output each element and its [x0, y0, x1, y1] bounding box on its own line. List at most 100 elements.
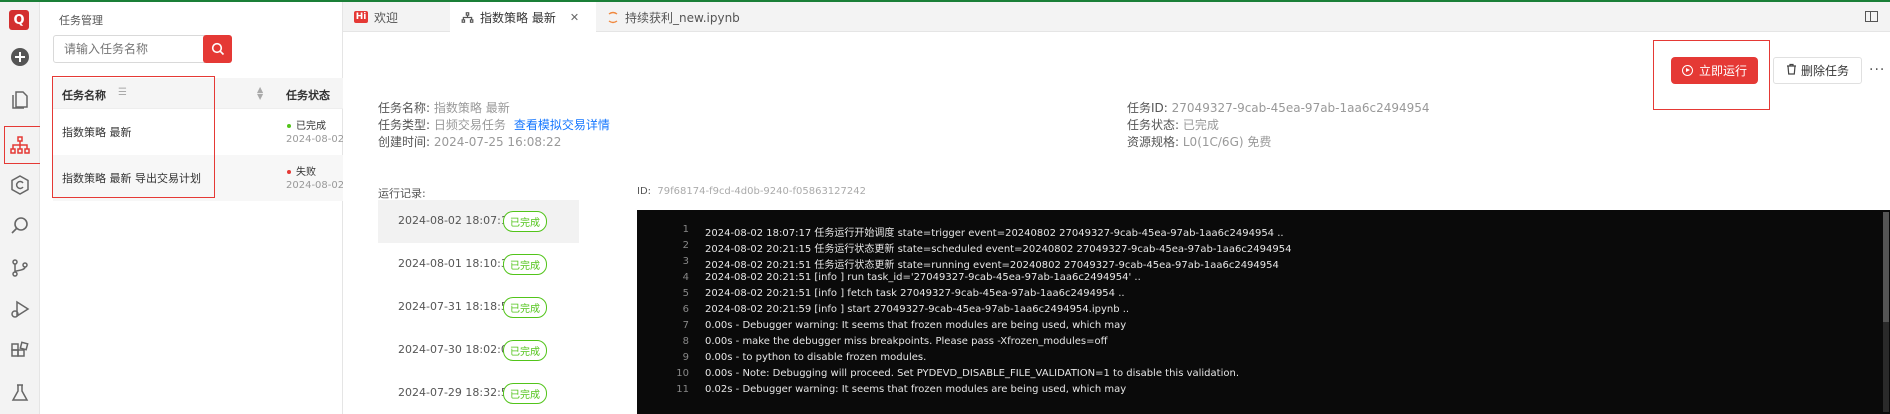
line-text: 2024-08-02 20:21:51 [info ] fetch task 2…	[705, 288, 1125, 299]
view-trade-details-link[interactable]: 查看模拟交易详情	[514, 118, 610, 132]
line-number: 8	[682, 336, 689, 347]
task-date: 2024-08-02 21:	[286, 134, 343, 145]
activity-bar: Q	[0, 2, 42, 414]
delete-task-button[interactable]: 删除任务	[1773, 57, 1862, 84]
column-header-status[interactable]: 任务状态	[286, 87, 330, 103]
task-status-value: 已完成	[1182, 118, 1219, 132]
line-text: 2024-08-02 20:21:15 任务运行状态更新 state=sched…	[705, 244, 1292, 255]
run-records-list: 2024-08-02 18:07:17 已完成 2024-08-01 18:10…	[378, 200, 579, 414]
tab-notebook[interactable]: 持续获利_new.ipynb	[596, 2, 756, 32]
run-record-item[interactable]: 2024-07-29 18:32:55 已完成	[378, 372, 579, 414]
log-line: 8 0.00s - make the debugger miss breakpoi…	[637, 336, 1890, 352]
app-logo: Q	[9, 10, 29, 30]
sort-icon[interactable]: ▲ ▼	[257, 86, 263, 101]
log-id-label: ID:	[637, 186, 652, 197]
log-line: 4 2024-08-02 20:21:51 [info ] run task_id…	[637, 272, 1890, 288]
task-status: 失败	[287, 163, 316, 178]
task-info-right: 任务ID: 27049327-9cab-45ea-97ab-1aa6c24949…	[1127, 100, 1430, 151]
run-now-button[interactable]: 立即运行	[1671, 57, 1758, 84]
task-info-left: 任务名称: 指数策略 最新 任务类型: 日频交易任务 查看模拟交易详情 创建时间:…	[378, 100, 610, 151]
search-icon	[211, 42, 224, 56]
tab-label: 欢迎	[374, 10, 399, 25]
line-text: 2024-08-02 18:07:17 任务运行开始调度 state=trigg…	[705, 228, 1284, 239]
trash-icon	[1786, 63, 1797, 78]
line-number: 9	[682, 352, 689, 363]
more-options-icon[interactable]: ···	[1869, 62, 1885, 78]
search-button[interactable]	[203, 35, 232, 63]
line-number: 3	[682, 256, 689, 267]
task-search-input[interactable]	[53, 35, 205, 63]
task-status-label: 任务状态:	[1127, 118, 1180, 132]
task-type-value: 日频交易任务	[433, 118, 506, 132]
line-text: 0.02s - Debugger warning: It seems that …	[705, 384, 1127, 395]
task-status: 已完成	[287, 117, 326, 132]
created-time-value: 2024-07-25 16:08:22	[433, 135, 562, 149]
run-record-item[interactable]: 2024-07-31 18:18:57 已完成	[378, 286, 579, 329]
run-now-label: 立即运行	[1698, 64, 1747, 78]
active-nav-highlight	[4, 126, 42, 164]
search-icon[interactable]	[0, 207, 40, 245]
task-name-value: 指数策略 最新	[433, 101, 510, 115]
run-record-date: 2024-08-02 18:07:17	[398, 214, 515, 227]
tab-welcome[interactable]: Hi 欢迎	[343, 2, 450, 32]
status-dot	[287, 170, 291, 174]
task-name-label: 任务名称:	[378, 101, 431, 115]
line-number: 2	[682, 240, 689, 251]
log-id: ID: 79f68174-f9cd-4d0b-9240-f05863127242	[637, 186, 866, 197]
status-badge: 已完成	[503, 254, 547, 275]
tab-bar: Hi 欢迎 指数策略 最新 ✕ 持续获利_new.ipynb	[343, 2, 1890, 32]
log-line: 3 2024-08-02 20:21:51 任务运行状态更新 state=runn…	[637, 256, 1890, 272]
run-record-date: 2024-07-30 18:02:09	[398, 343, 515, 356]
extensions-icon[interactable]	[0, 332, 40, 370]
log-line: 7 0.00s - Debugger warning: It seems that…	[637, 320, 1890, 336]
line-text: 0.00s - Note: Debugging will proceed. Se…	[705, 368, 1239, 379]
panel-title: 任务管理	[59, 14, 103, 27]
status-badge: 已完成	[503, 297, 547, 318]
run-record-item[interactable]: 2024-07-30 18:02:09 已完成	[378, 329, 579, 372]
delete-task-label: 删除任务	[1800, 64, 1849, 78]
created-time-label: 创建时间:	[378, 135, 431, 149]
tab-task-detail[interactable]: 指数策略 最新 ✕	[450, 2, 596, 32]
split-editor-icon[interactable]	[1865, 11, 1878, 22]
log-line: 10 0.00s - Note: Debugging will proceed. …	[637, 368, 1890, 384]
status-badge: 已完成	[503, 383, 547, 404]
line-text: 2024-08-02 20:21:51 任务运行状态更新 state=runni…	[705, 260, 1279, 271]
line-number: 1	[682, 224, 689, 235]
status-badge: 已完成	[503, 340, 547, 361]
add-icon[interactable]	[0, 38, 40, 76]
log-line: 6 2024-08-02 20:21:59 [info ] start 27049…	[637, 304, 1890, 320]
flask-icon[interactable]	[0, 374, 40, 412]
line-number: 10	[676, 368, 689, 379]
run-records-label: 运行记录:	[378, 187, 426, 200]
notebook-icon	[607, 11, 619, 24]
task-type-label: 任务类型:	[378, 118, 431, 132]
run-debug-icon[interactable]	[0, 290, 40, 328]
log-console[interactable]: 1 2024-08-02 18:07:17 任务运行开始调度 state=trig…	[637, 210, 1890, 414]
log-line: 2 2024-08-02 20:21:15 任务运行状态更新 state=sche…	[637, 240, 1890, 256]
close-icon[interactable]: ✕	[570, 11, 579, 24]
log-line: 11 0.02s - Debugger warning: It seems tha…	[637, 384, 1890, 400]
task-status-text: 已完成	[296, 121, 326, 132]
console-scrollbar[interactable]	[1883, 212, 1889, 412]
task-detail-content: 立即运行 删除任务 ··· 任务名称: 指数策略 最新 任务类型: 日频交易任务…	[343, 32, 1890, 414]
play-circle-icon	[1681, 65, 1693, 76]
source-control-icon[interactable]	[0, 249, 40, 287]
line-number: 4	[682, 272, 689, 283]
log-line: 5 2024-08-02 20:21:51 [info ] fetch task …	[637, 288, 1890, 304]
line-text: 0.00s - Debugger warning: It seems that …	[705, 320, 1127, 331]
run-record-item[interactable]: 2024-08-01 18:10:35 已完成	[378, 243, 579, 286]
run-record-item[interactable]: 2024-08-02 18:07:17 已完成	[378, 200, 579, 243]
task-panel: 任务管理 任务名称 ☰ ▲▼ 任务状态 指数策略 最新 已完成 2024-08-…	[40, 2, 343, 414]
files-icon[interactable]	[0, 80, 40, 118]
run-record-date: 2024-08-01 18:10:35	[398, 257, 515, 270]
hi-icon: Hi	[354, 11, 368, 23]
run-record-date: 2024-07-31 18:18:57	[398, 300, 515, 313]
status-dot	[287, 124, 291, 128]
log-id-value: 79f68174-f9cd-4d0b-9240-f05863127242	[657, 186, 866, 197]
line-number: 6	[682, 304, 689, 315]
run-record-date: 2024-07-29 18:32:55	[398, 386, 515, 399]
tab-label: 指数策略 最新	[480, 10, 556, 25]
resource-spec-label: 资源规格:	[1127, 135, 1180, 149]
copyright-icon[interactable]	[0, 166, 40, 204]
task-date: 2024-08-02 17:	[286, 180, 343, 191]
